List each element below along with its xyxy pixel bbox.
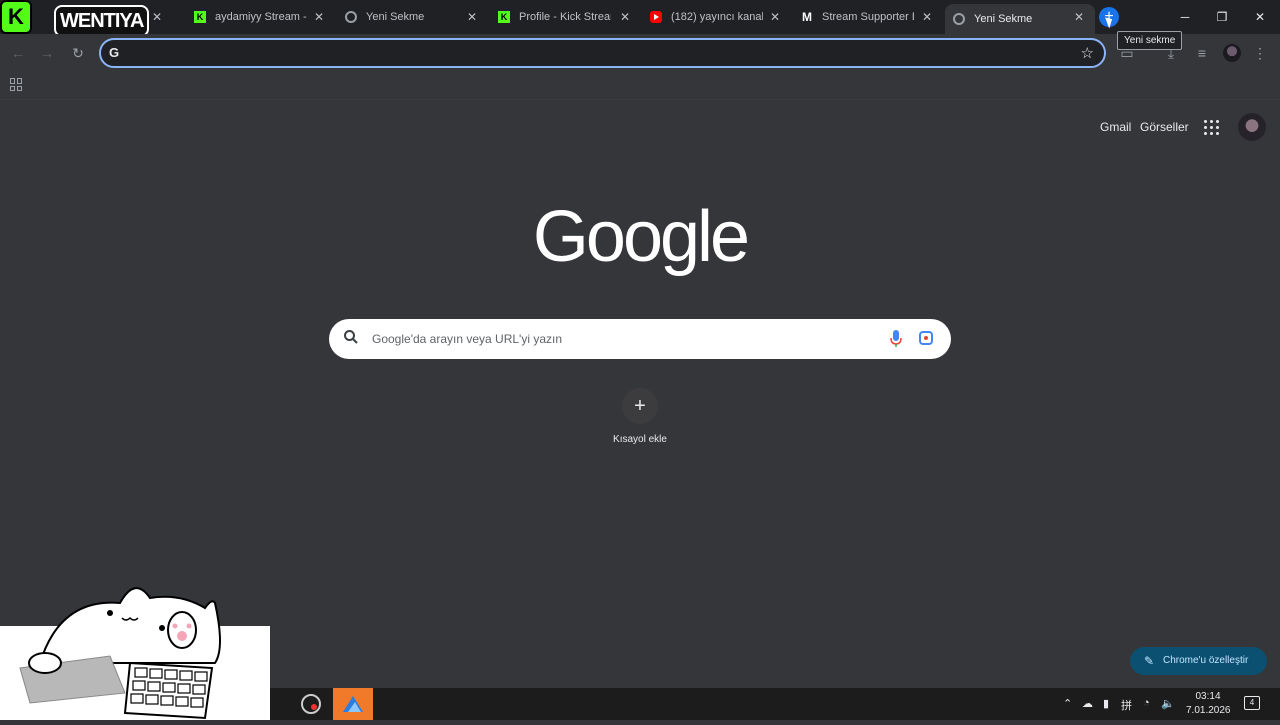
taskbar-clock[interactable]: 03:14 7.01.2026	[1186, 690, 1231, 718]
tab-4[interactable]: (182) yayıncı kanal a ✕	[650, 4, 782, 30]
close-icon[interactable]: ✕	[768, 10, 782, 24]
customize-chrome-label: Chrome'u özelleştir	[1163, 655, 1249, 666]
microphone-icon[interactable]	[890, 330, 902, 348]
tab-title: Profile - Kick Stream	[519, 11, 611, 23]
forward-button[interactable]: →	[37, 43, 57, 63]
bookmark-star-icon[interactable]: ☆	[1081, 44, 1094, 62]
kick-icon: K	[498, 11, 510, 23]
pencil-icon: ✎	[1144, 654, 1155, 668]
customize-chrome-button[interactable]: ✎ Chrome'u özelleştir	[1130, 647, 1267, 675]
input-method-icon[interactable]: 拼	[1121, 697, 1132, 713]
close-icon[interactable]: ✕	[465, 10, 479, 24]
close-icon[interactable]: ✕	[1072, 10, 1086, 24]
restore-button[interactable]: ❐	[1212, 8, 1232, 26]
tab-title: aydamiyy Stream - W	[215, 11, 307, 23]
gmail-link[interactable]: Gmail	[1100, 120, 1131, 134]
app-icon	[343, 696, 363, 712]
volume-icon[interactable]: 🔈	[1161, 697, 1175, 710]
tab-1[interactable]: K aydamiyy Stream - W ✕	[194, 4, 326, 30]
google-g-icon: G	[109, 45, 120, 60]
new-tab-tooltip: Yeni sekme	[1117, 31, 1183, 50]
tab-title: Stream Supporter Ba	[822, 11, 914, 23]
images-link[interactable]: Görseller	[1140, 120, 1189, 134]
add-shortcut-button[interactable]: + Kısayol ekle	[605, 388, 675, 445]
tab-2[interactable]: Yeni Sekme ✕	[345, 4, 479, 30]
tab-title: (182) yayıncı kanal a	[671, 11, 763, 23]
youtube-icon	[650, 11, 662, 23]
address-bar[interactable]: G ☆	[99, 38, 1106, 68]
google-apps-icon[interactable]	[1204, 120, 1219, 135]
reload-button[interactable]: ↻	[68, 43, 88, 63]
tab-title: Yeni Sekme	[974, 13, 1033, 25]
tab-5[interactable]: M Stream Supporter Ba ✕	[801, 4, 934, 30]
profile-avatar[interactable]	[1223, 44, 1241, 62]
search-icon	[344, 330, 358, 344]
media-control-icon[interactable]: ≡	[1192, 43, 1212, 63]
tab-3[interactable]: K Profile - Kick Stream ✕	[498, 4, 632, 30]
menu-icon[interactable]: ⋮	[1250, 43, 1270, 63]
google-lens-icon[interactable]	[919, 331, 933, 345]
obs-icon	[301, 694, 321, 714]
bookmarks-bar	[0, 72, 1280, 100]
show-hidden-icons[interactable]: ⌃	[1063, 697, 1072, 710]
chrome-icon	[953, 13, 965, 25]
kick-icon: K	[194, 11, 206, 23]
minimize-button[interactable]: ─	[1175, 8, 1195, 26]
tab-strip: K ✕ K aydamiyy Stream - W ✕ Yeni Sekme ✕…	[0, 0, 1280, 34]
close-window-button[interactable]: ✕	[1250, 8, 1270, 26]
microphone-tray-icon[interactable]: ▮	[1103, 697, 1109, 710]
network-icon[interactable]: ◔	[1143, 697, 1150, 709]
tab-6-active[interactable]: Yeni Sekme ✕	[945, 4, 1095, 34]
close-icon[interactable]: ✕	[618, 10, 632, 24]
brand-overlay-text: WENTIYA	[54, 5, 150, 37]
plus-icon: +	[622, 388, 658, 424]
m-icon: M	[802, 10, 812, 24]
close-icon[interactable]: ✕	[312, 10, 326, 24]
clock-date: 7.01.2026	[1186, 705, 1231, 716]
close-icon[interactable]: ✕	[150, 10, 164, 24]
taskbar-app-active[interactable]	[333, 688, 373, 720]
kick-logo-overlay: K	[0, 0, 32, 34]
close-icon[interactable]: ✕	[920, 10, 934, 24]
add-shortcut-label: Kısayol ekle	[613, 434, 667, 445]
toolbar: ← → ↻ G ☆ ▭ ⤓ ≡ ⋮	[0, 34, 1280, 72]
notification-center-icon[interactable]: 4	[1244, 696, 1260, 710]
back-button[interactable]: ←	[8, 43, 28, 63]
apps-icon[interactable]	[10, 78, 23, 91]
chrome-icon	[345, 11, 357, 23]
google-logo: Google	[532, 197, 750, 277]
clock-time: 03:14	[1195, 691, 1221, 702]
onedrive-icon[interactable]: ☁	[1082, 697, 1093, 710]
tab-title: Yeni Sekme	[366, 11, 425, 23]
taskbar-app-obs[interactable]	[293, 688, 333, 720]
search-placeholder: Google'da arayın veya URL'yi yazın	[372, 332, 563, 346]
search-box[interactable]: Google'da arayın veya URL'yi yazın	[329, 319, 951, 359]
account-avatar[interactable]	[1238, 113, 1266, 141]
cat-overlay-graphic	[0, 587, 270, 720]
